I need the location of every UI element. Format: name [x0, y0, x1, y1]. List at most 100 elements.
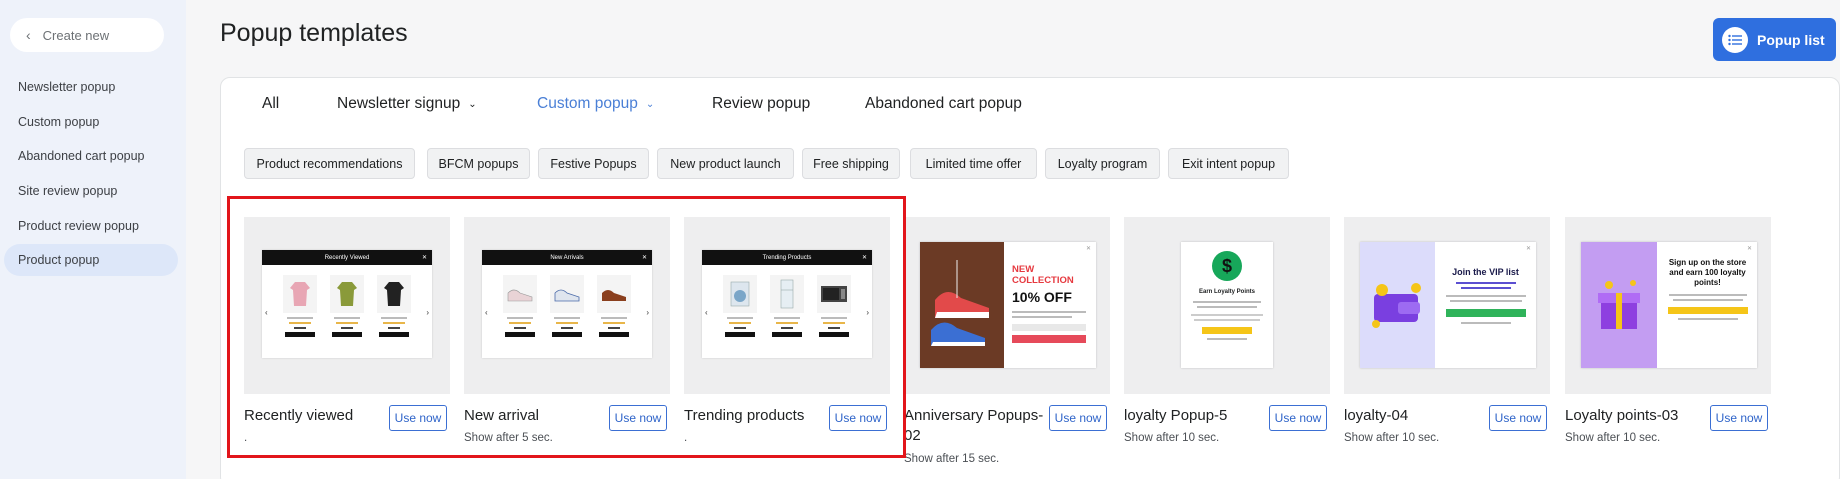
sidebar-item-site-review-popup[interactable]: Site review popup	[4, 175, 178, 207]
use-now-label: Use now	[614, 411, 662, 425]
tab-newsletter-signup[interactable]: Newsletter signup ⌄	[337, 95, 477, 113]
use-now-label: Use now	[1494, 411, 1542, 425]
refrigerator-image	[769, 275, 804, 313]
chip-label: BFCM popups	[438, 156, 519, 171]
template-preview[interactable]: Trending Products ✕ ‹ ›	[684, 217, 890, 394]
popup-preview-header: Trending Products ✕	[702, 250, 872, 265]
tab-all[interactable]: All	[262, 95, 279, 113]
sweater-image	[282, 275, 317, 313]
chip-bfcm-popups[interactable]: BFCM popups	[427, 148, 530, 179]
use-now-button[interactable]: Use now	[609, 405, 667, 431]
template-preview[interactable]: ✕ NEW COLLECTION 10% OFF	[904, 217, 1110, 394]
page-title: Popup templates	[220, 19, 408, 47]
jacket-image	[329, 275, 364, 313]
chevron-down-icon: ⌄	[468, 98, 477, 110]
tab-abandoned-cart-popup[interactable]: Abandoned cart popup	[865, 95, 1022, 113]
sidebar-item-product-review-popup[interactable]: Product review popup	[4, 210, 178, 242]
washing-machine-image	[722, 275, 757, 313]
product-tile	[769, 275, 805, 337]
list-icon	[1722, 26, 1748, 53]
template-preview[interactable]: Recently Viewed ✕ ‹ ›	[244, 217, 450, 394]
template-preview[interactable]: ✕ Join the VIP list	[1344, 217, 1550, 394]
close-icon: ✕	[1085, 246, 1091, 252]
chip-festive-popups[interactable]: Festive Popups	[538, 148, 649, 179]
sidebar-item-product-popup[interactable]: Product popup	[4, 244, 178, 277]
popup-list-button[interactable]: Popup list	[1713, 18, 1836, 61]
template-title: Loyalty points-03	[1565, 407, 1679, 424]
sidebar-item-abandoned-cart-popup[interactable]: Abandoned cart popup	[4, 140, 178, 172]
product-tile	[502, 275, 538, 337]
shoe-image	[597, 275, 632, 313]
wallet-image	[1360, 242, 1435, 368]
tab-label: Newsletter signup	[337, 95, 461, 112]
popup-list-label: Popup list	[1757, 31, 1825, 48]
template-subtitle: Show after 10 sec.	[1565, 432, 1661, 444]
popup-preview: ✕ Join the VIP list	[1360, 242, 1536, 368]
sidebar-item-label: Abandoned cart popup	[18, 149, 145, 164]
close-icon: ✕	[641, 255, 647, 261]
product-tile	[282, 275, 318, 337]
sidebar-item-label: Site review popup	[18, 184, 118, 199]
sidebar-item-label: Product popup	[18, 253, 100, 268]
chip-limited-time-offer[interactable]: Limited time offer	[910, 148, 1037, 179]
use-now-label: Use now	[1054, 411, 1102, 425]
product-tile	[549, 275, 585, 337]
chip-exit-intent-popup[interactable]: Exit intent popup	[1168, 148, 1289, 179]
tab-label: Review popup	[712, 95, 811, 112]
use-now-button[interactable]: Use now	[1710, 405, 1768, 431]
template-preview[interactable]: New Arrivals ✕ ‹ ›	[464, 217, 670, 394]
tab-label: Custom popup	[537, 95, 638, 112]
tab-review-popup[interactable]: Review popup	[712, 95, 810, 113]
product-tile	[376, 275, 412, 337]
popup-preview: Trending Products ✕ ‹ ›	[702, 250, 872, 358]
popup-preview: $ Earn Loyalty Points	[1181, 242, 1273, 368]
chip-free-shipping[interactable]: Free shipping	[802, 148, 900, 179]
sidebar-item-label: Custom popup	[18, 114, 100, 129]
chevron-down-icon: ⌄	[645, 98, 655, 110]
shoe-image	[549, 275, 584, 313]
template-preview[interactable]: ✕ Sign up on the store and earn 100 loya…	[1565, 217, 1771, 394]
banner-offer: 10% OFF	[1012, 289, 1072, 305]
gift-box-image	[1581, 242, 1657, 368]
close-icon: ✕	[1525, 246, 1531, 252]
shoe-image	[502, 275, 537, 313]
sneaker-image	[920, 242, 1004, 368]
chip-label: Loyalty program	[1057, 156, 1148, 171]
use-now-button[interactable]: Use now	[1269, 405, 1327, 431]
template-subtitle: Show after 15 sec.	[904, 453, 1000, 465]
chip-loyalty-program[interactable]: Loyalty program	[1045, 148, 1160, 179]
popup-preview: ✕ Sign up on the store and earn 100 loya…	[1581, 242, 1757, 368]
popup-preview-title: Trending Products	[762, 254, 812, 261]
use-now-label: Use now	[394, 411, 442, 425]
chip-label: Free shipping	[813, 156, 889, 171]
template-preview[interactable]: $ Earn Loyalty Points	[1124, 217, 1330, 394]
chip-label: Product recommendations	[256, 156, 403, 171]
use-now-button[interactable]: Use now	[1489, 405, 1547, 431]
banner-heading: NEW COLLECTION	[1012, 264, 1074, 286]
sidebar-item-newsletter-popup[interactable]: Newsletter popup	[4, 71, 178, 103]
chip-label: Festive Popups	[550, 156, 637, 171]
sidebar-item-custom-popup[interactable]: Custom popup	[4, 106, 178, 138]
product-tile	[816, 275, 852, 337]
chip-new-product-launch[interactable]: New product launch	[657, 148, 794, 179]
use-now-button[interactable]: Use now	[389, 405, 447, 431]
banner-heading: Join the VIP list	[1452, 267, 1519, 277]
chevron-left-icon: ‹	[26, 27, 31, 43]
chip-label: Exit intent popup	[1181, 156, 1276, 171]
template-subtitle: .	[244, 432, 248, 444]
template-subtitle: Show after 10 sec.	[1124, 432, 1220, 444]
chip-product-recommendations[interactable]: Product recommendations	[244, 148, 415, 179]
use-now-label: Use now	[1274, 411, 1322, 425]
popup-preview-header: New Arrivals ✕	[482, 250, 652, 265]
create-new-button[interactable]: ‹ Create new	[10, 18, 164, 52]
tab-label: All	[262, 95, 280, 112]
template-title: New arrival	[464, 407, 540, 424]
template-subtitle: Show after 10 sec.	[1344, 432, 1440, 444]
use-now-button[interactable]: Use now	[829, 405, 887, 431]
template-subtitle: .	[684, 432, 688, 444]
tab-custom-popup[interactable]: Custom popup ⌄	[537, 95, 654, 113]
dollar-symbol: $	[1221, 255, 1232, 276]
close-icon: ✕	[421, 255, 427, 261]
sidebar-item-label: Product review popup	[18, 218, 139, 233]
use-now-button[interactable]: Use now	[1049, 405, 1107, 431]
